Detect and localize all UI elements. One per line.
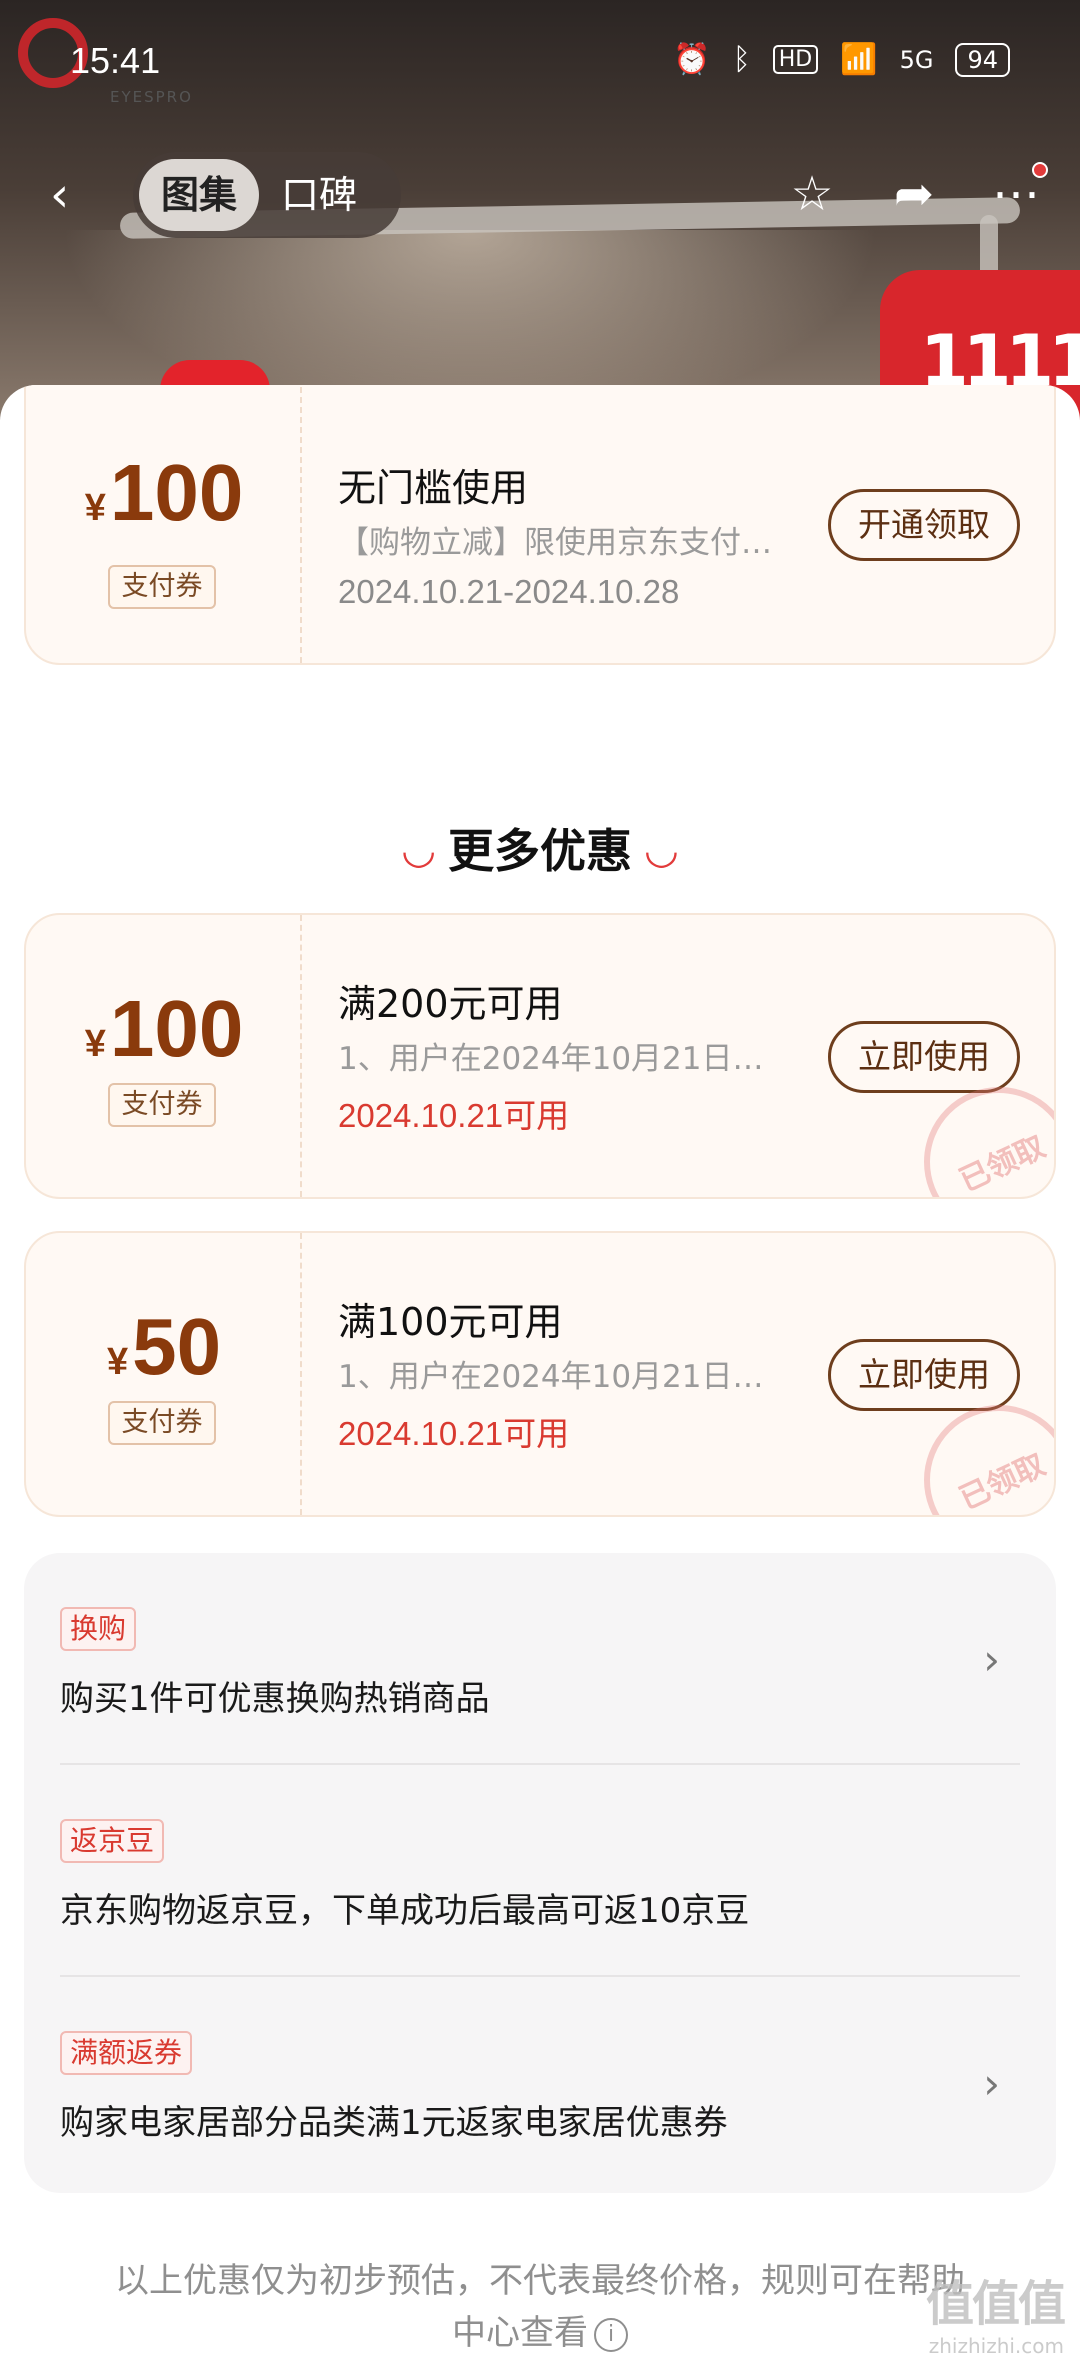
promo-item[interactable]: 满额返券 购家电家居部分品类满1元返家电家居优惠券 › xyxy=(60,1977,1020,2189)
chevron-right-icon: › xyxy=(983,1635,1000,1684)
more-icon[interactable]: ⋯ xyxy=(982,160,1050,228)
tab-reviews[interactable]: 口碑 xyxy=(259,159,379,231)
status-icons: ⏰ ᛒ HD 📶 5G 94 xyxy=(673,42,1010,77)
coupon-type-tag: 支付券 xyxy=(108,1401,216,1445)
notification-dot xyxy=(1032,162,1048,178)
chevron-right-icon: › xyxy=(983,2059,1000,2108)
info-icon[interactable]: i xyxy=(594,2317,628,2352)
claimed-stamp: 已领取 xyxy=(924,1087,1054,1197)
smile-icon-left: ◡ xyxy=(403,827,434,873)
coupon-type-tag: 支付券 xyxy=(108,565,216,609)
status-time: 15:41 xyxy=(70,40,161,81)
battery-icon: 94 xyxy=(955,42,1010,77)
tab-gallery[interactable]: 图集 xyxy=(139,159,260,231)
promo-tag: 换购 xyxy=(60,1607,137,1651)
coupon-card: ¥50 支付券 满100元可用 1、用户在2024年10月21日… 2024.1… xyxy=(24,1231,1056,1517)
more-offers-heading: ◡ 更多优惠 ◡ xyxy=(0,815,1080,881)
claimed-stamp: 已领取 xyxy=(924,1405,1054,1515)
wifi-icon: 📶 xyxy=(840,42,878,77)
more-offers-title: 更多优惠 xyxy=(448,824,632,878)
footer-note: 以上优惠仅为初步预估，不代表最终价格，规则可在帮助中心查看 i xyxy=(100,2255,980,2359)
coupon-card: ¥100 支付券 无门槛使用 【购物立减】限使用京东支付… 2024.10.21… xyxy=(24,385,1056,665)
promo-tag: 满额返券 xyxy=(60,2031,193,2075)
back-icon[interactable]: ‹ xyxy=(50,168,100,222)
share-icon[interactable]: ➦ xyxy=(880,160,948,228)
promo-list: 换购 购买1件可优惠换购热销商品 › 返京豆 京东购物返京豆，下单成功后最高可返… xyxy=(24,1553,1056,2193)
tab-switcher: 图集 口碑 xyxy=(133,152,401,238)
promo-tag: 返京豆 xyxy=(60,1819,165,1863)
promo-text: 购家电家居部分品类满1元返家电家居优惠券 xyxy=(60,2103,728,2143)
coupon-desc: 【购物立减】限使用京东支付… xyxy=(338,525,772,561)
coupon-left: ¥100 支付券 xyxy=(26,915,302,1197)
coupon-amount: ¥50 xyxy=(106,1302,222,1391)
site-watermark: 值值值 zhizhizhi.com xyxy=(925,2264,1066,2358)
coupon-title: 满100元可用 xyxy=(338,1300,563,1344)
coupon-card: ¥100 支付券 满200元可用 1、用户在2024年10月21日… 2024.… xyxy=(24,913,1056,1199)
coupon-desc: 1、用户在2024年10月21日… xyxy=(338,1041,764,1077)
activate-claim-button[interactable]: 开通领取 xyxy=(828,489,1020,561)
coupon-left: ¥50 支付券 xyxy=(26,1233,302,1515)
promo-item: 返京豆 京东购物返京豆，下单成功后最高可返10京豆 xyxy=(60,1765,1020,1977)
promo-text: 京东购物返京豆，下单成功后最高可返10京豆 xyxy=(60,1891,750,1931)
coupon-left: ¥100 支付券 xyxy=(26,385,302,663)
coupon-title: 无门槛使用 xyxy=(338,466,529,510)
offers-sheet: 优惠 ¥100 支付券 无门槛使用 【购物立减】限使用京东支付… 2024.10… xyxy=(0,385,1080,2376)
promo-text: 购买1件可优惠换购热销商品 xyxy=(60,1679,490,1719)
watermark-logo-text: EYESPRO xyxy=(110,88,193,106)
coupon-amount: ¥100 xyxy=(84,448,244,537)
signal-icon: 5G xyxy=(899,45,934,74)
coupon-date: 2024.10.21-2024.10.28 xyxy=(338,573,680,610)
footer-note-text: 以上优惠仅为初步预估，不代表最终价格，规则可在帮助中心查看 xyxy=(115,2261,965,2353)
watermark-big: 值值值 xyxy=(925,2276,1066,2332)
top-nav: ‹ 图集 口碑 ☆ ➦ ⋯ xyxy=(0,150,1080,240)
use-now-button[interactable]: 立即使用 xyxy=(828,1339,1020,1411)
coupon-amount: ¥100 xyxy=(84,984,244,1073)
coupon-date: 2024.10.21可用 xyxy=(338,1415,570,1452)
nav-actions: ☆ ➦ ⋯ xyxy=(778,160,1050,228)
coupon-date: 2024.10.21可用 xyxy=(338,1097,570,1134)
coupon-title: 满200元可用 xyxy=(338,982,563,1026)
alarm-icon: ⏰ xyxy=(673,42,711,77)
bluetooth-icon: ᛒ xyxy=(732,42,751,77)
coupon-type-tag: 支付券 xyxy=(108,1083,216,1127)
hd-icon: HD xyxy=(772,45,819,74)
status-bar: EYESPRO 15:41 ⏰ ᛒ HD 📶 5G 94 xyxy=(0,0,1080,130)
smile-icon-right: ◡ xyxy=(646,827,677,873)
star-icon[interactable]: ☆ xyxy=(778,160,846,228)
use-now-button[interactable]: 立即使用 xyxy=(828,1021,1020,1093)
promo-item[interactable]: 换购 购买1件可优惠换购热销商品 › xyxy=(60,1553,1020,1765)
coupon-desc: 1、用户在2024年10月21日… xyxy=(338,1359,764,1395)
watermark-url: zhizhizhi.com xyxy=(928,2334,1064,2358)
